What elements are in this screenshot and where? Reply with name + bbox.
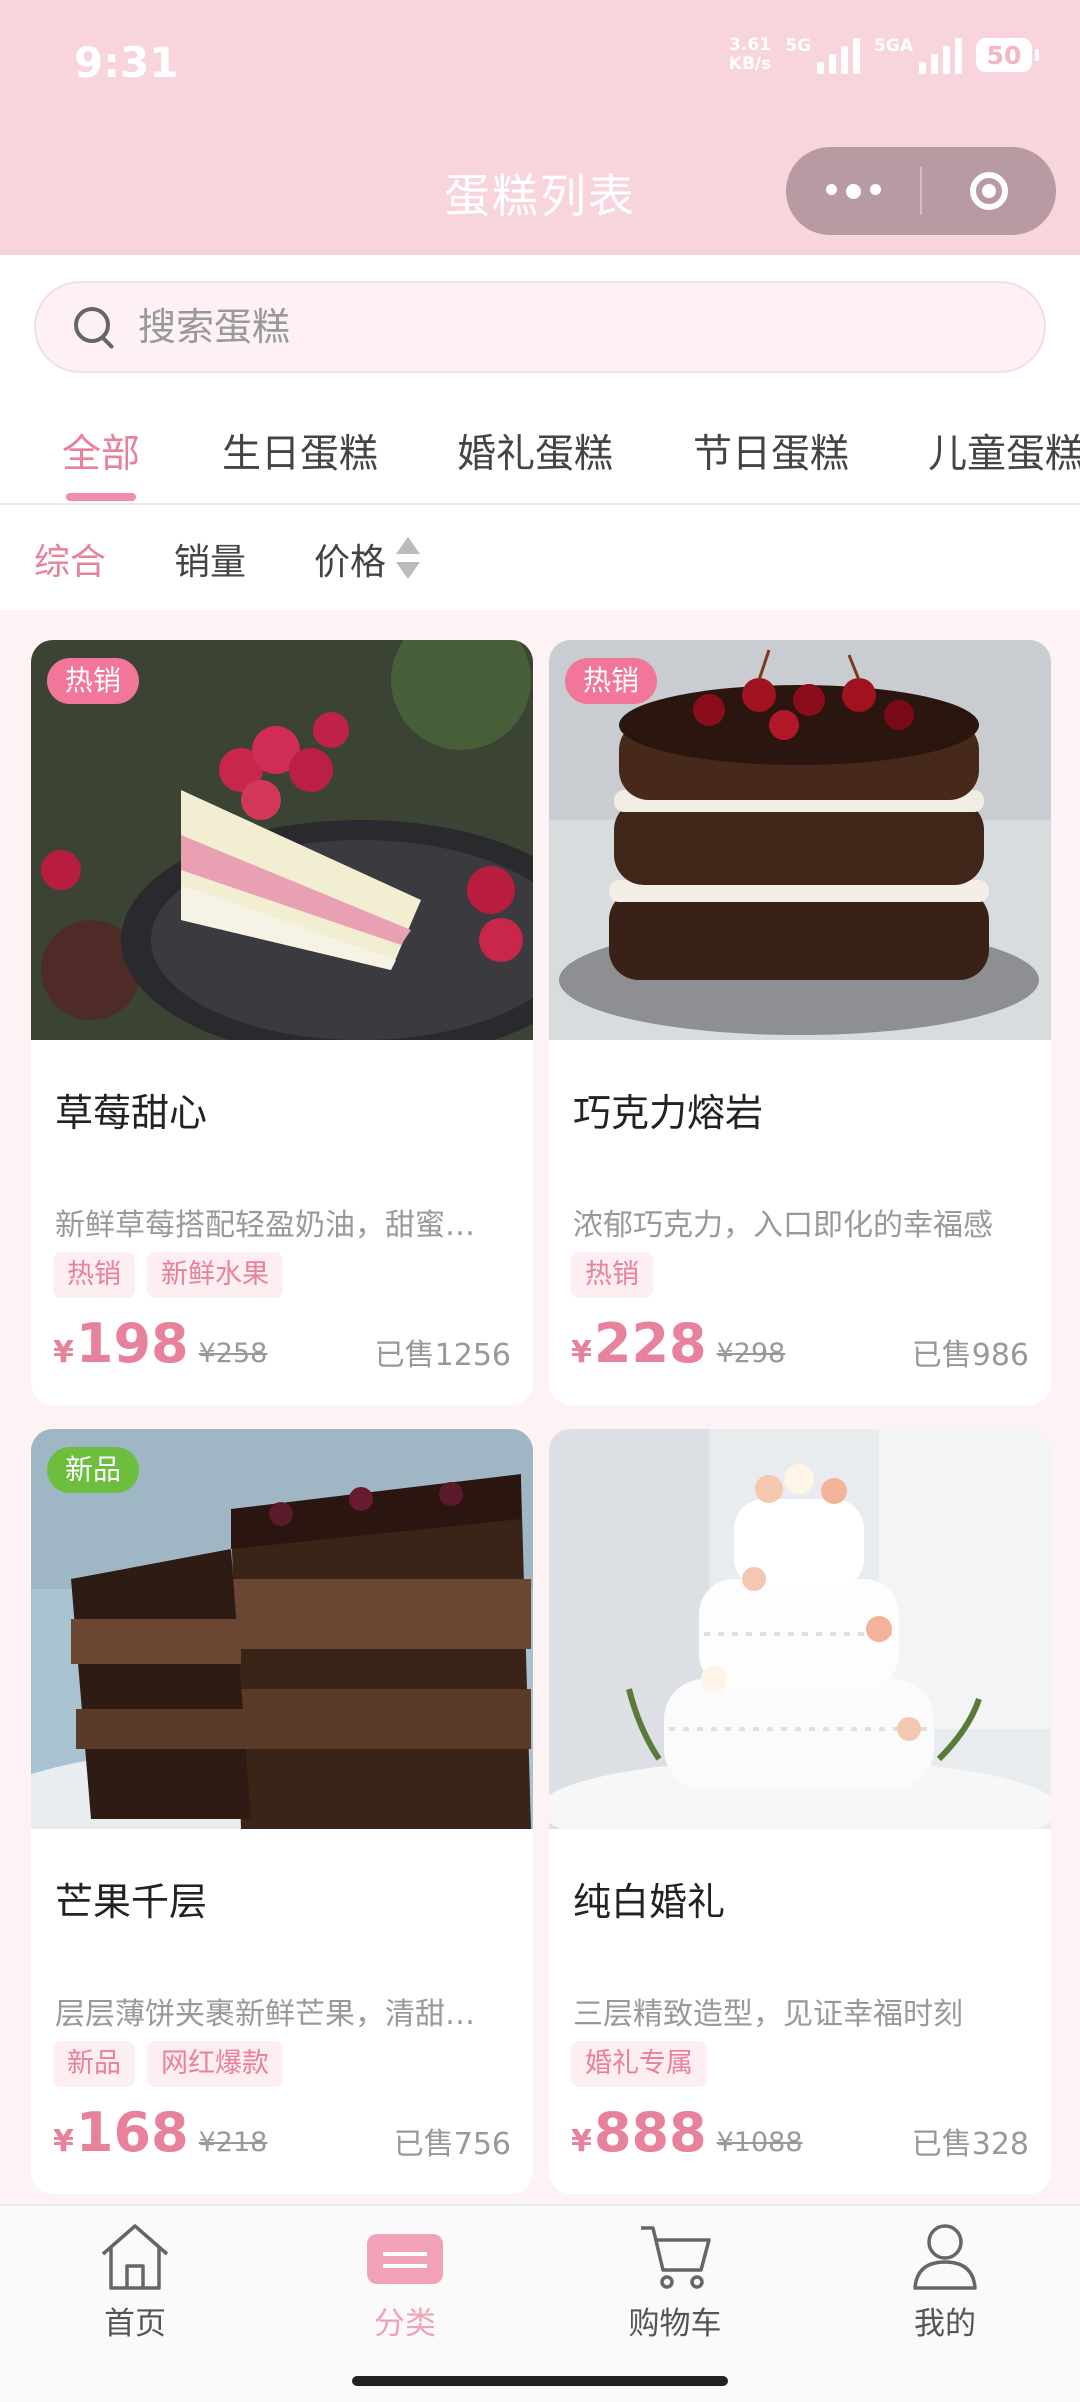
- sold-count: 已售986: [911, 1338, 1029, 1373]
- product-name: 草莓甜心: [55, 1091, 208, 1135]
- active-tab-indicator: [66, 493, 136, 501]
- product-tag: 热销: [53, 1252, 135, 1298]
- sim2-label: 5GA: [874, 36, 913, 56]
- sort-arrows-icon[interactable]: [396, 537, 420, 587]
- product-price: ¥888 ¥1088: [571, 2101, 803, 2164]
- product-name: 巧克力熔岩: [573, 1091, 764, 1135]
- product-name: 芒果千层: [55, 1880, 208, 1924]
- product-tags: 热销 新鲜水果: [53, 1252, 283, 1298]
- close-icon[interactable]: [922, 172, 1056, 210]
- product-price: ¥168 ¥218: [53, 2101, 268, 2164]
- product-tag: 新品: [53, 2041, 135, 2087]
- original-price: ¥298: [716, 1338, 786, 1369]
- sold-count: 已售756: [393, 2127, 511, 2162]
- top-bar: 9:31 3.61 KB/s 5G 5GA 50 蛋糕列表: [0, 0, 1080, 255]
- network-speed: 3.61 KB/s: [728, 35, 772, 74]
- nav-cart[interactable]: 购物车: [575, 2220, 775, 2343]
- product-tags: 婚礼专属: [571, 2041, 707, 2087]
- status-time: 9:31: [74, 38, 179, 87]
- sold-count: 已售328: [911, 2127, 1029, 2162]
- product-description: 三层精致造型，见证幸福时刻: [573, 1997, 963, 2032]
- product-image[interactable]: [549, 1429, 1051, 1829]
- product-card[interactable]: 新品 芒果千层 层层薄饼夹裹新鲜芒果，清甜… 新品 网红爆款 ¥168 ¥218…: [31, 1429, 533, 2194]
- product-card[interactable]: 热销 草莓甜心 新鲜草莓搭配轻盈奶油，甜蜜… 热销 新鲜水果 ¥198 ¥258…: [31, 640, 533, 1405]
- product-name: 纯白婚礼: [573, 1880, 726, 1924]
- product-badge: 新品: [47, 1447, 140, 1493]
- product-badge: 热销: [47, 658, 140, 704]
- sim1-label: 5G: [785, 36, 812, 56]
- product-price: ¥228 ¥298: [571, 1312, 786, 1375]
- original-price: ¥218: [198, 2127, 268, 2158]
- search-input[interactable]: [136, 304, 940, 350]
- product-tag: 热销: [571, 1252, 653, 1298]
- more-icon[interactable]: [786, 183, 920, 199]
- profile-icon: [905, 2220, 985, 2292]
- category-icon: [365, 2220, 445, 2292]
- sort-sales[interactable]: 销量: [174, 533, 246, 585]
- original-price: ¥258: [198, 1338, 268, 1369]
- sort-bar: 综合 销量 价格: [0, 505, 1080, 610]
- signal-icon: [817, 36, 861, 74]
- product-tag: 网红爆款: [147, 2041, 283, 2087]
- status-indicators: 3.61 KB/s 5G 5GA 50: [728, 35, 1039, 74]
- category-tabs: 全部 生日蛋糕 婚礼蛋糕 节日蛋糕 儿童蛋糕: [62, 432, 1080, 477]
- product-tags: 新品 网红爆款: [53, 2041, 283, 2087]
- search-box[interactable]: [34, 281, 1046, 373]
- product-tags: 热销: [571, 1252, 653, 1298]
- mini-program-capsule: [786, 147, 1056, 235]
- product-price: ¥198 ¥258: [53, 1312, 268, 1375]
- original-price: ¥1088: [716, 2127, 803, 2158]
- product-tag: 新鲜水果: [147, 1252, 283, 1298]
- product-description: 新鲜草莓搭配轻盈奶油，甜蜜…: [55, 1208, 475, 1243]
- product-card[interactable]: 纯白婚礼 三层精致造型，见证幸福时刻 婚礼专属 ¥888 ¥1088 已售328: [549, 1429, 1051, 2194]
- product-description: 浓郁巧克力，入口即化的幸福感: [573, 1208, 993, 1243]
- bottom-nav: 首页 分类 购物车 我的: [0, 2204, 1080, 2402]
- search-area: 全部 生日蛋糕 婚礼蛋糕 节日蛋糕 儿童蛋糕: [0, 255, 1080, 505]
- sold-count: 已售1256: [374, 1338, 511, 1373]
- search-icon: [72, 305, 116, 349]
- sort-comprehensive[interactable]: 综合: [34, 533, 106, 585]
- nav-home[interactable]: 首页: [35, 2220, 235, 2343]
- home-icon: [95, 2220, 175, 2292]
- battery-icon: 50: [976, 38, 1039, 72]
- nav-profile[interactable]: 我的: [845, 2220, 1045, 2343]
- cart-icon: [635, 2220, 715, 2292]
- product-description: 层层薄饼夹裹新鲜芒果，清甜…: [55, 1997, 475, 2032]
- product-tag: 婚礼专属: [571, 2041, 707, 2087]
- nav-category[interactable]: 分类: [305, 2220, 505, 2343]
- product-badge: 热销: [565, 658, 658, 704]
- product-card[interactable]: 热销 巧克力熔岩 浓郁巧克力，入口即化的幸福感 热销 ¥228 ¥298 已售9…: [549, 640, 1051, 1405]
- signal-icon-2: [919, 36, 962, 74]
- home-indicator[interactable]: [352, 2376, 728, 2386]
- sort-price[interactable]: 价格: [314, 533, 386, 585]
